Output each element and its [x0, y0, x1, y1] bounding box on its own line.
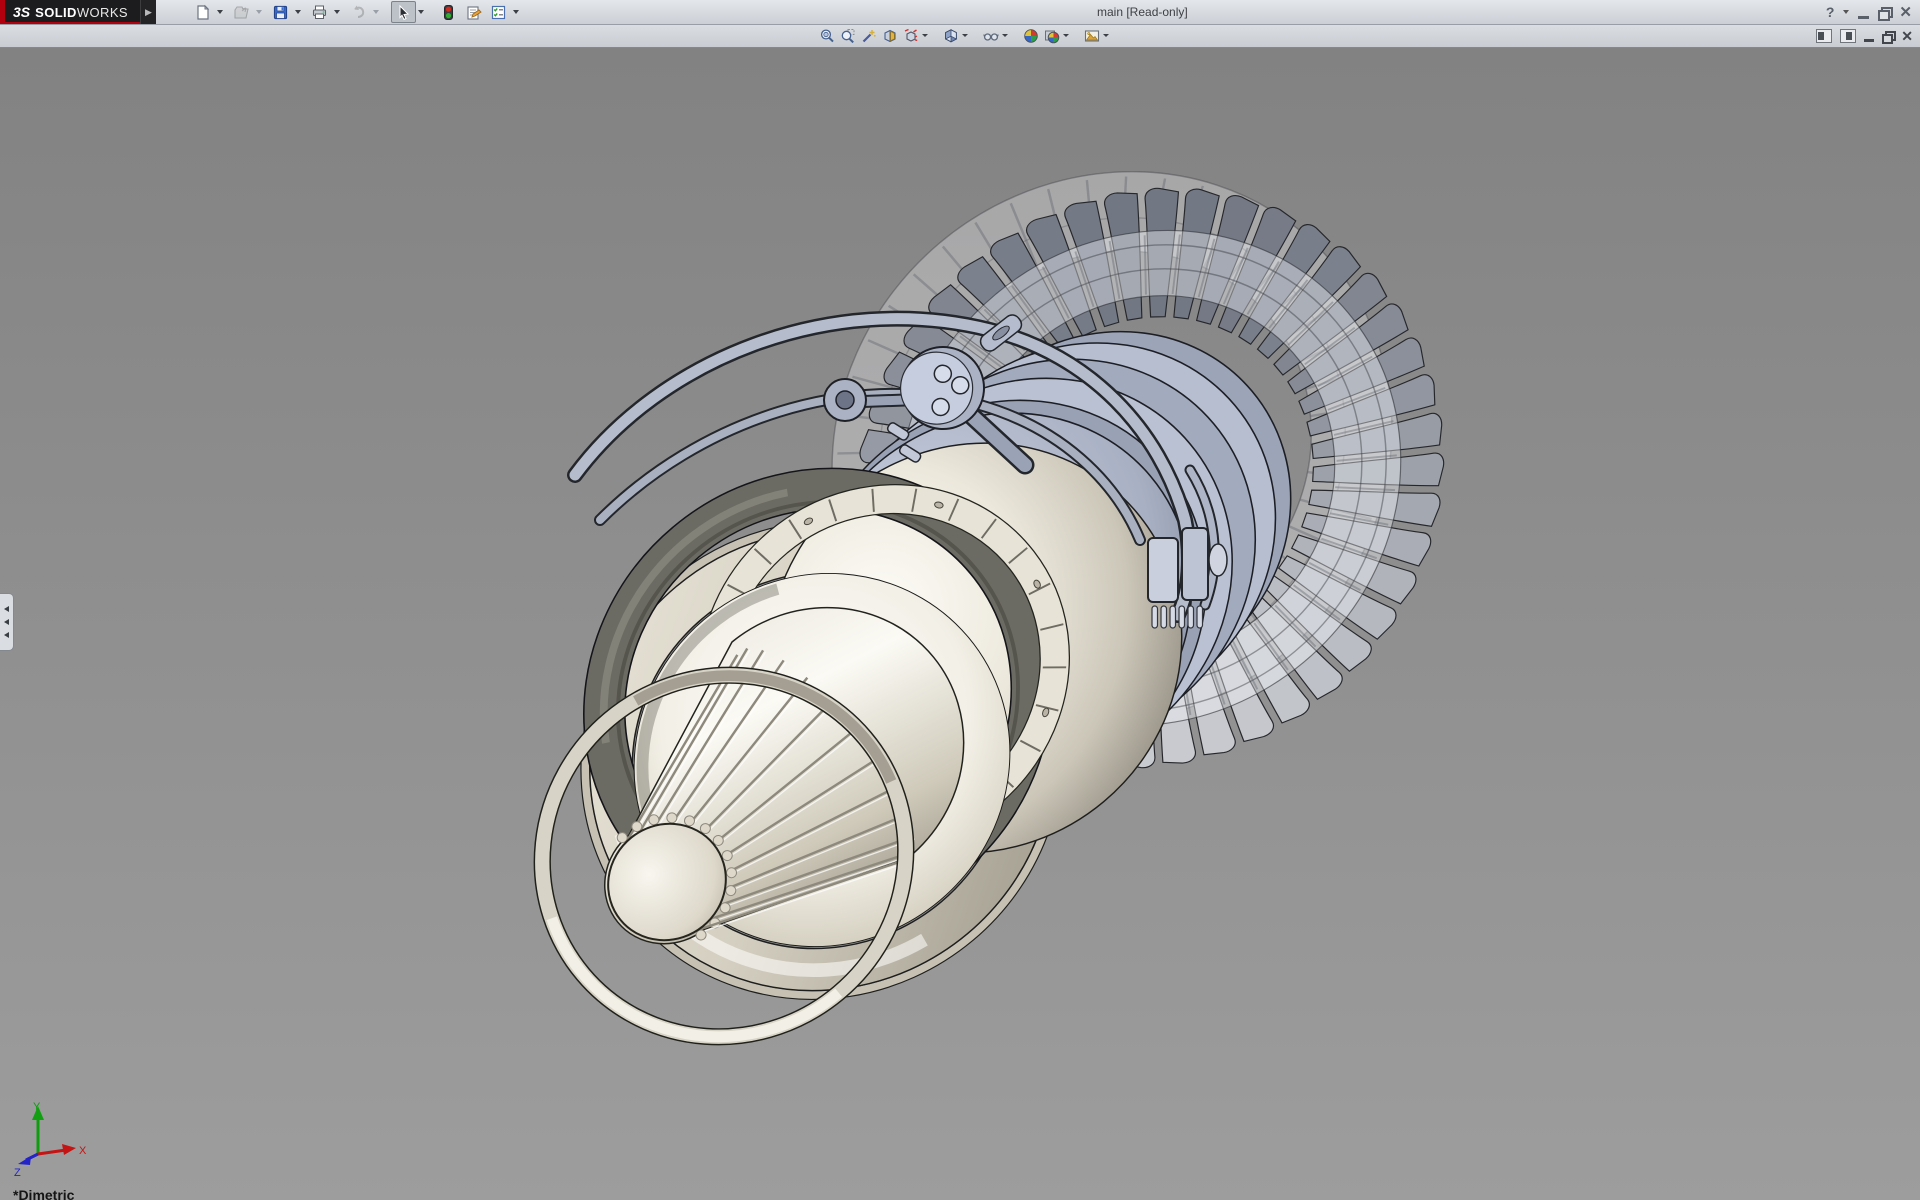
display-style-button[interactable] [940, 26, 961, 45]
child-restore-button[interactable] [1882, 31, 1893, 41]
edit-appearance-button[interactable] [1020, 26, 1041, 45]
view-orientation-dropdown[interactable] [921, 26, 929, 45]
window-controls: ? ✕ [1826, 0, 1912, 24]
print-dropdown[interactable] [332, 2, 343, 22]
save-icon [272, 4, 289, 21]
zoom-to-area-button[interactable] [837, 26, 858, 45]
open-folder-icon [233, 4, 250, 21]
turbine-engine-model[interactable] [0, 47, 1920, 1200]
child-minimize-button[interactable] [1864, 30, 1874, 42]
file-properties-icon [465, 4, 482, 21]
new-document-dropdown[interactable] [215, 2, 226, 22]
dassault-logo-icon: 3S [13, 4, 30, 20]
reference-triad: Y X Z [6, 1098, 102, 1182]
new-document-icon [194, 4, 211, 21]
display-style-icon [943, 28, 959, 44]
titlebar: 3S SOLIDWORKS ▶ [0, 0, 1920, 25]
help-dropdown[interactable] [1843, 10, 1849, 14]
headsup-view-toolbar [816, 25, 1112, 46]
undo-dropdown[interactable] [371, 2, 382, 22]
headsup-row: ✕ [0, 24, 1920, 48]
print-button[interactable] [307, 1, 332, 23]
undo-icon [350, 4, 367, 21]
open-button[interactable] [229, 1, 254, 23]
save-button[interactable] [268, 1, 293, 23]
document-title: main [Read-only] [1097, 5, 1188, 19]
previous-view-button[interactable] [858, 26, 879, 45]
rebuild-button[interactable] [436, 1, 461, 23]
collapse-arrow-icon [4, 632, 9, 638]
hide-show-items-button[interactable] [980, 26, 1001, 45]
panel-splitter-handle[interactable] [0, 593, 14, 651]
view-settings-dropdown[interactable] [1102, 26, 1110, 45]
solidworks-window: 3S SOLIDWORKS ▶ [0, 0, 1920, 1200]
file-properties-button[interactable] [461, 1, 486, 23]
triad-z-label: Z [14, 1167, 21, 1179]
mount-lug [824, 379, 866, 421]
apply-scene-dropdown[interactable] [1062, 26, 1070, 45]
triad-x-label: X [79, 1145, 87, 1157]
minimize-button[interactable] [1858, 6, 1869, 19]
standard-toolbar [190, 0, 525, 24]
child-close-button[interactable]: ✕ [1901, 29, 1913, 43]
select-button[interactable] [391, 1, 416, 23]
triad-y-label: Y [33, 1101, 41, 1113]
undo-button[interactable] [346, 1, 371, 23]
apply-scene-icon [1044, 28, 1060, 44]
options-button[interactable] [486, 1, 511, 23]
save-dropdown[interactable] [293, 2, 304, 22]
view-orientation-icon [903, 28, 919, 44]
child-window-controls: ✕ [1816, 25, 1913, 46]
zoom-to-fit-icon [819, 28, 835, 44]
restore-button[interactable] [1878, 7, 1890, 18]
view-settings-button[interactable] [1081, 26, 1102, 45]
apply-scene-button[interactable] [1041, 26, 1062, 45]
previous-view-icon [861, 28, 877, 44]
collapse-arrow-icon [4, 606, 9, 612]
show-left-pane-button[interactable] [1816, 29, 1832, 43]
select-cursor-icon [395, 4, 412, 21]
view-settings-icon [1084, 28, 1100, 44]
help-button[interactable]: ? [1826, 4, 1835, 20]
view-orientation-button[interactable] [900, 26, 921, 45]
open-dropdown[interactable] [254, 2, 265, 22]
print-icon [311, 4, 328, 21]
section-view-button[interactable] [879, 26, 900, 45]
eyeglasses-icon [983, 28, 999, 44]
menu-expand-arrow[interactable]: ▶ [140, 0, 156, 24]
options-icon [490, 4, 507, 21]
options-dropdown[interactable] [511, 2, 522, 22]
zoom-to-fit-button[interactable] [816, 26, 837, 45]
zoom-to-area-icon [840, 28, 856, 44]
graphics-area[interactable]: Y X Z *Dimetric [0, 47, 1920, 1200]
close-button[interactable]: ✕ [1899, 5, 1912, 20]
new-document-button[interactable] [190, 1, 215, 23]
solidworks-logo[interactable]: 3S SOLIDWORKS [0, 0, 140, 24]
select-dropdown[interactable] [416, 2, 427, 22]
collapse-arrow-icon [4, 619, 9, 625]
brand-name: SOLID [35, 5, 77, 20]
show-right-pane-button[interactable] [1840, 29, 1856, 43]
appearance-ball-icon [1023, 28, 1039, 44]
traffic-light-icon [440, 4, 457, 21]
view-orientation-label: *Dimetric [13, 1187, 74, 1200]
hide-show-items-dropdown[interactable] [1001, 26, 1009, 45]
section-view-icon [882, 28, 898, 44]
display-style-dropdown[interactable] [961, 26, 969, 45]
